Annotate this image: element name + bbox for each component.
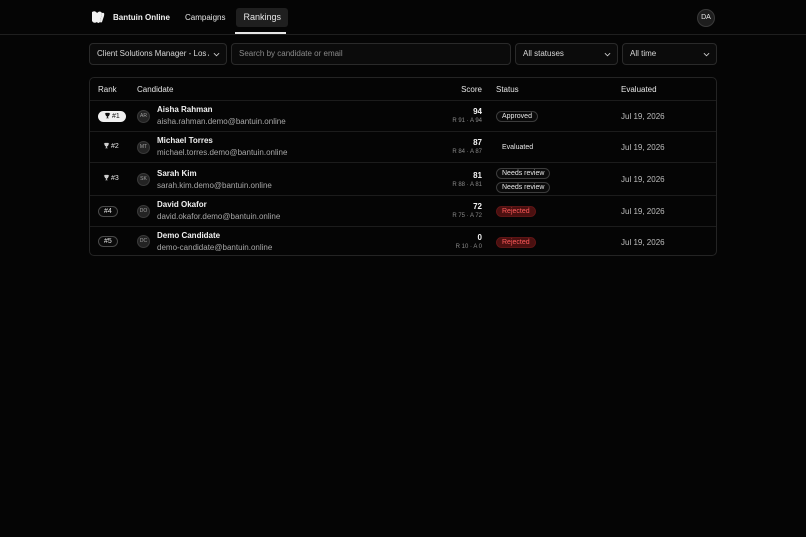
chevron-down-icon <box>703 52 710 57</box>
search-input[interactable]: Search by candidate or email <box>231 43 511 65</box>
evaluated-date: Jul 19, 2026 <box>621 175 665 184</box>
status-badge: Needs review <box>496 168 551 179</box>
active-tab-indicator <box>235 32 286 34</box>
campaign-select-value: Client Solutions Manager - Los A <box>97 49 209 58</box>
rank-label: #3 <box>111 175 119 182</box>
candidate-avatar: DC <box>137 235 150 248</box>
candidate-name[interactable]: Aisha Rahman <box>157 105 213 114</box>
rank-badge: #1 <box>98 111 126 122</box>
score-breakdown: R 75 · A 72 <box>452 213 482 219</box>
time-range-value: All time <box>630 49 657 58</box>
score-value: 0 <box>477 233 482 242</box>
trophy-icon <box>104 112 111 119</box>
candidate-email: david.okafor.demo@bantuin.online <box>157 212 281 221</box>
table-row[interactable]: #4 DO David Okafor david.okafor.demo@ban… <box>90 195 716 226</box>
rank-badge: #4 <box>98 206 118 217</box>
status-badge: Rejected <box>496 237 536 248</box>
score-value: 81 <box>473 171 482 180</box>
candidate-avatar: DO <box>137 205 150 218</box>
table-row[interactable]: #2 MT Michael Torres michael.torres.demo… <box>90 131 716 162</box>
nav-campaigns[interactable]: Campaigns <box>180 8 230 27</box>
score-breakdown: R 84 · A 87 <box>452 149 482 155</box>
brand-logo-icon <box>92 11 105 23</box>
search-placeholder: Search by candidate or email <box>239 49 343 58</box>
rank-label: #1 <box>112 113 120 120</box>
main-nav: Campaigns Rankings <box>180 8 288 27</box>
column-header-candidate[interactable]: Candidate <box>137 85 173 94</box>
evaluated-date: Jul 19, 2026 <box>621 112 665 121</box>
candidate-name[interactable]: Michael Torres <box>157 136 213 145</box>
rank-badge: #5 <box>98 236 118 247</box>
chevron-down-icon <box>213 52 220 57</box>
status-badge: Needs review <box>496 182 551 193</box>
chevron-down-icon <box>604 52 611 57</box>
score-value: 94 <box>473 107 482 116</box>
table-row[interactable]: #5 DC Demo Candidate demo-candidate@bant… <box>90 226 716 256</box>
candidate-name[interactable]: Sarah Kim <box>157 169 197 178</box>
column-header-status[interactable]: Status <box>496 85 519 94</box>
table-row[interactable]: #1 AR Aisha Rahman aisha.rahman.demo@ban… <box>90 100 716 131</box>
candidate-avatar: AR <box>137 110 150 123</box>
candidate-avatar: SK <box>137 173 150 186</box>
column-header-rank[interactable]: Rank <box>98 85 117 94</box>
top-navigation-bar: Bantuin Online Campaigns Rankings DA <box>0 0 806 35</box>
candidate-avatar: MT <box>137 141 150 154</box>
candidate-email: aisha.rahman.demo@bantuin.online <box>157 117 286 126</box>
candidate-name[interactable]: Demo Candidate <box>157 231 220 240</box>
rankings-table: Rank Candidate Score Status Evaluated #1… <box>89 77 717 256</box>
trophy-icon <box>103 174 110 181</box>
score-value: 87 <box>473 138 482 147</box>
score-breakdown: R 88 · A 81 <box>452 182 482 188</box>
score-breakdown: R 91 · A 94 <box>452 118 482 124</box>
candidate-email: michael.torres.demo@bantuin.online <box>157 148 288 157</box>
status-badge: Evaluated <box>502 144 534 151</box>
status-badge: Approved <box>496 111 538 122</box>
rank-label: #2 <box>111 143 119 150</box>
evaluated-date: Jul 19, 2026 <box>621 207 665 216</box>
nav-rankings[interactable]: Rankings <box>236 8 288 27</box>
candidate-email: sarah.kim.demo@bantuin.online <box>157 181 272 190</box>
rank-badge: #2 <box>103 142 119 150</box>
score-breakdown: R 10 · A 0 <box>455 244 482 250</box>
brand[interactable]: Bantuin Online <box>90 9 170 25</box>
status-badge: Rejected <box>496 206 536 217</box>
status-select-value: All statuses <box>523 49 564 58</box>
column-header-evaluated[interactable]: Evaluated <box>621 85 657 94</box>
time-range-select[interactable]: All time <box>622 43 717 65</box>
candidate-email: demo-candidate@bantuin.online <box>157 243 273 252</box>
evaluated-date: Jul 19, 2026 <box>621 238 665 247</box>
column-header-score[interactable]: Score <box>461 85 482 94</box>
table-row[interactable]: #3 SK Sarah Kim sarah.kim.demo@bantuin.o… <box>90 162 716 195</box>
evaluated-date: Jul 19, 2026 <box>621 143 665 152</box>
candidate-name[interactable]: David Okafor <box>157 200 207 209</box>
score-value: 72 <box>473 202 482 211</box>
campaign-select[interactable]: Client Solutions Manager - Los A <box>89 43 227 65</box>
brand-name: Bantuin Online <box>113 12 170 22</box>
user-avatar[interactable]: DA <box>697 9 715 27</box>
rank-badge: #3 <box>103 174 119 182</box>
status-select[interactable]: All statuses <box>515 43 618 65</box>
trophy-icon <box>103 142 110 149</box>
